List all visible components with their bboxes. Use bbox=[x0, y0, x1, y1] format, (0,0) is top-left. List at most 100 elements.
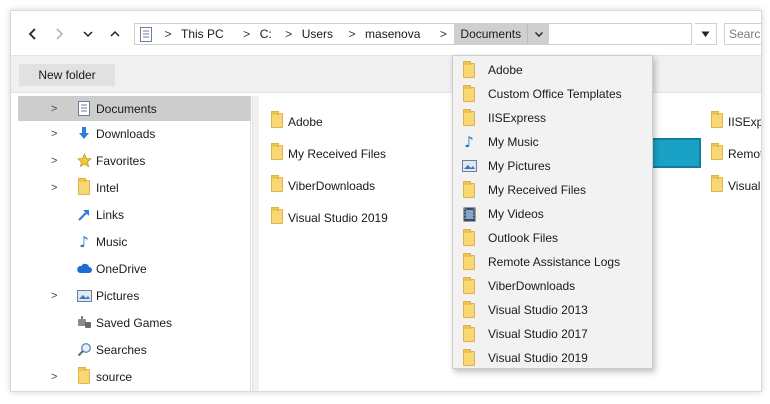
menu-item-my-music[interactable]: ♪ My Music bbox=[454, 130, 651, 154]
film-icon bbox=[461, 206, 477, 222]
nav-item-onedrive[interactable]: OneDrive bbox=[18, 256, 251, 281]
nav-item-documents[interactable]: > Documents bbox=[18, 96, 251, 121]
folder-icon bbox=[461, 300, 477, 318]
menu-item-iisexpress[interactable]: IISExpress bbox=[454, 106, 651, 130]
folder-icon bbox=[461, 60, 477, 78]
menu-item-my-received-files[interactable]: My Received Files bbox=[454, 178, 651, 202]
folder-icon bbox=[711, 111, 723, 131]
nav-item-links[interactable]: Links bbox=[18, 202, 251, 227]
nav-item-label: OneDrive bbox=[96, 261, 147, 276]
arrow-left-icon bbox=[28, 28, 36, 40]
expand-chevron-icon[interactable]: > bbox=[18, 103, 57, 115]
file-dialog-window: > This PC > C: > Users > masenova > Docu… bbox=[10, 10, 762, 392]
file-item-label: My Received Files bbox=[288, 147, 387, 161]
file-item-iisexpress[interactable]: IISExpr bbox=[711, 111, 761, 132]
nav-item-searches[interactable]: Searches bbox=[18, 337, 251, 362]
chevron-down-icon bbox=[534, 32, 543, 37]
address-bar[interactable]: > This PC > C: > Users > masenova > Docu… bbox=[134, 23, 692, 45]
menu-item-my-videos[interactable]: My Videos bbox=[454, 202, 651, 226]
breadcrumb-this-pc[interactable]: > This PC bbox=[157, 24, 228, 44]
cloud-icon bbox=[76, 261, 92, 277]
download-arrow-icon bbox=[76, 126, 92, 142]
breadcrumb-user-folder[interactable]: > masenova bbox=[341, 24, 424, 44]
folder-icon bbox=[271, 143, 283, 163]
folder-icon bbox=[271, 175, 283, 195]
breadcrumb-separator-icon[interactable]: > bbox=[236, 27, 258, 41]
nav-item-label: Downloads bbox=[96, 126, 156, 141]
folder-icon bbox=[461, 180, 477, 198]
nav-item-pictures[interactable]: > Pictures bbox=[18, 283, 251, 308]
file-item-label: Visual Studio 2019 bbox=[288, 211, 388, 225]
menu-item-custom-office-templates[interactable]: Custom Office Templates bbox=[454, 82, 651, 106]
nav-item-label: Intel bbox=[96, 180, 119, 195]
file-item-label: Adobe bbox=[288, 115, 323, 129]
nav-item-label: Favorites bbox=[96, 153, 146, 168]
back-button[interactable] bbox=[22, 23, 44, 45]
folder-icon bbox=[271, 207, 283, 227]
music-note-icon: ♪ bbox=[464, 133, 474, 151]
folder-icon bbox=[461, 252, 477, 270]
breadcrumb-separator-icon[interactable]: > bbox=[341, 27, 363, 41]
folder-icon bbox=[76, 178, 92, 196]
nav-item-label: source bbox=[96, 369, 133, 384]
file-item-remote[interactable]: Remote bbox=[711, 143, 761, 164]
folder-icon bbox=[461, 324, 477, 342]
menu-item-visual-studio-2013[interactable]: Visual Studio 2013 bbox=[454, 298, 651, 322]
breadcrumb-documents[interactable]: > Documents bbox=[432, 24, 528, 44]
breadcrumb-separator-icon[interactable]: > bbox=[157, 27, 179, 41]
expand-chevron-icon[interactable]: > bbox=[18, 128, 57, 140]
menu-item-viberdownloads[interactable]: ViberDownloads bbox=[454, 274, 651, 298]
file-item-visual-studio-2019[interactable]: Visual Studio 2019 bbox=[271, 207, 388, 228]
nav-item-label: Links bbox=[96, 207, 125, 222]
nav-item-music[interactable]: ♪ Music bbox=[18, 229, 251, 254]
gamepad-icon bbox=[76, 315, 92, 331]
folder-icon bbox=[271, 111, 283, 131]
menu-item-my-pictures[interactable]: My Pictures bbox=[454, 154, 651, 178]
folder-icon bbox=[711, 175, 723, 195]
breadcrumb-dropdown-button[interactable] bbox=[527, 24, 550, 44]
menu-item-visual-studio-2019[interactable]: Visual Studio 2019 bbox=[454, 346, 651, 370]
new-folder-button[interactable]: New folder bbox=[19, 64, 115, 86]
expand-chevron-icon[interactable]: > bbox=[18, 371, 57, 383]
folder-icon bbox=[461, 108, 477, 126]
nav-item-label: Saved Games bbox=[96, 315, 173, 330]
nav-item-favorites[interactable]: > Favorites bbox=[18, 148, 251, 173]
nav-item-saved-games[interactable]: Saved Games bbox=[18, 310, 251, 335]
breadcrumb-separator-icon[interactable]: > bbox=[432, 27, 454, 41]
menu-item-visual-studio-2017[interactable]: Visual Studio 2017 bbox=[454, 322, 651, 346]
breadcrumb-users[interactable]: > Users bbox=[278, 24, 337, 44]
expand-chevron-icon[interactable]: > bbox=[18, 155, 57, 167]
file-item-label: Remote bbox=[728, 147, 761, 161]
address-history-dropdown[interactable] bbox=[695, 23, 717, 45]
pane-splitter[interactable] bbox=[252, 96, 259, 391]
up-button[interactable] bbox=[104, 23, 126, 45]
breadcrumb-drive[interactable]: > C: bbox=[236, 24, 276, 44]
nav-item-downloads[interactable]: > Downloads bbox=[18, 121, 251, 146]
menu-item-adobe[interactable]: Adobe bbox=[454, 58, 651, 82]
expand-chevron-icon[interactable]: > bbox=[18, 290, 57, 302]
menu-item-outlook-files[interactable]: Outlook Files bbox=[454, 226, 651, 250]
file-item-label: Visual : bbox=[728, 179, 761, 193]
pictures-icon bbox=[76, 288, 92, 304]
breadcrumb-separator-icon[interactable]: > bbox=[278, 27, 300, 41]
nav-item-intel[interactable]: > Intel bbox=[18, 175, 251, 200]
search-input[interactable]: Search bbox=[724, 23, 761, 45]
folder-icon bbox=[76, 367, 92, 385]
arrow-right-icon bbox=[56, 28, 64, 40]
menu-item-remote-assistance-logs[interactable]: Remote Assistance Logs bbox=[454, 250, 651, 274]
folder-icon bbox=[711, 143, 723, 163]
triangle-down-icon bbox=[701, 31, 710, 37]
nav-item-source[interactable]: > source bbox=[18, 364, 251, 389]
nav-item-label: Documents bbox=[96, 101, 157, 116]
expand-chevron-icon[interactable]: > bbox=[18, 182, 57, 194]
folder-icon bbox=[461, 348, 477, 366]
file-item-viberdownloads[interactable]: ViberDownloads bbox=[271, 175, 375, 196]
file-item-my-received-files[interactable]: My Received Files bbox=[271, 143, 387, 164]
nav-item-label: Searches bbox=[96, 342, 147, 357]
file-item-visual[interactable]: Visual : bbox=[711, 175, 761, 196]
magnifier-icon bbox=[76, 342, 92, 358]
forward-button[interactable] bbox=[48, 23, 70, 45]
recent-locations-button[interactable] bbox=[77, 23, 99, 45]
file-item-adobe[interactable]: Adobe bbox=[271, 111, 323, 132]
navigation-pane: > Documents > Downloads > Favorites > In… bbox=[18, 96, 251, 391]
